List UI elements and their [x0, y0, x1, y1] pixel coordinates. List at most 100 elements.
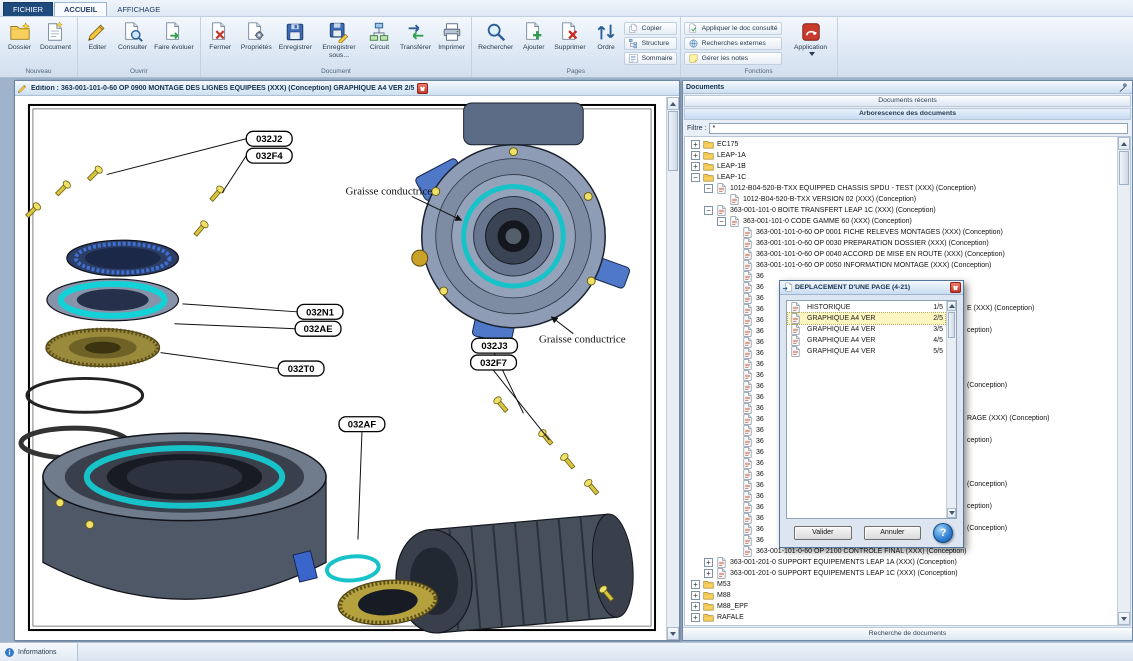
- collapse-toggle[interactable]: −: [717, 217, 726, 226]
- tree-item-label-fragment: (Conception): [967, 525, 1007, 532]
- dialog-page-item[interactable]: GRAPHIQUE A4 VER3/5: [788, 324, 945, 335]
- dialog-scroll-down-button[interactable]: [947, 508, 956, 518]
- tree-item[interactable]: 1012-B04-520-B-TXX VERSION 02 (XXX) (Con…: [685, 194, 1117, 205]
- arborescence-bar[interactable]: Arborescence des documents: [684, 108, 1131, 120]
- tree-item[interactable]: − 363-001-101-0 BOITE TRANSFERT LEAP 1C (…: [685, 205, 1117, 216]
- fermer-button[interactable]: Fermer: [204, 18, 237, 64]
- tree-item[interactable]: +M88: [685, 590, 1117, 601]
- annuler-button[interactable]: Annuler: [864, 526, 922, 540]
- tree-item[interactable]: −1012-B04-520-B-TXX EQUIPPED CHASSIS SPD…: [685, 183, 1117, 194]
- dialog-page-item[interactable]: HISTORIQUE1/5: [788, 302, 945, 313]
- document-window-titlebar[interactable]: Edition : 363-001-101-0-60 OP 0900 MONTA…: [15, 81, 679, 96]
- scroll-down-button[interactable]: [667, 627, 679, 640]
- ajouter-button[interactable]: Ajouter: [517, 18, 550, 64]
- appliquer-doc-button[interactable]: Appliquer le doc consulté: [684, 22, 782, 35]
- tree-item-label: 36: [756, 537, 764, 544]
- expand-toggle[interactable]: +: [704, 558, 713, 567]
- tree-item[interactable]: −363-001-101-0 CODE GAMME 60 (XXX) (Conc…: [685, 216, 1117, 227]
- tree-scroll-up-button[interactable]: [1118, 137, 1130, 150]
- tree-scroll-down-button[interactable]: [1118, 612, 1130, 625]
- collapse-toggle[interactable]: −: [704, 184, 713, 193]
- tree-item[interactable]: 363-001-101-0-60 OP 0050 INFORMATION MON…: [685, 260, 1117, 271]
- tab-affichage[interactable]: AFFICHAGE: [108, 3, 169, 16]
- structure-label: Structure: [642, 40, 670, 47]
- collapse-toggle[interactable]: −: [704, 206, 713, 215]
- new-folder-icon: [9, 21, 31, 43]
- ordre-button[interactable]: Ordre: [590, 18, 623, 64]
- tree-item-label: 36: [756, 416, 764, 423]
- consulter-button[interactable]: Consulter: [115, 18, 150, 64]
- tab-accueil[interactable]: ACCUEIL: [54, 2, 107, 16]
- supprimer-button[interactable]: Supprimer: [551, 18, 588, 64]
- expand-toggle[interactable]: +: [691, 591, 700, 600]
- dialog-scroll-thumb[interactable]: [948, 312, 955, 338]
- structure-button[interactable]: Structure: [624, 37, 677, 50]
- drawing-canvas[interactable]: 032J2 032F4 032N1 032AE 032T0 032J3 032F…: [15, 97, 666, 640]
- tab-fichier[interactable]: FICHIER: [3, 2, 53, 16]
- tree-item-label: 363-001-101-0 BOITE TRANSFERT LEAP 1C (X…: [730, 207, 936, 214]
- dialog-page-item[interactable]: GRAPHIQUE A4 VER4/5: [788, 335, 945, 346]
- tree-item[interactable]: +LEAP-1B: [685, 161, 1117, 172]
- tree-item[interactable]: 363-001-101-0-60 OP 0030 PREPARATION DOS…: [685, 238, 1117, 249]
- tree-item[interactable]: + M53: [685, 579, 1117, 590]
- expand-toggle[interactable]: +: [691, 162, 700, 171]
- tree-item[interactable]: 363-001-101-0-60 OP 0040 ACCORD DE MISE …: [685, 249, 1117, 260]
- expand-toggle[interactable]: +: [691, 613, 700, 622]
- recherche-documents-bar[interactable]: Recherche de documents: [683, 627, 1132, 640]
- dialog-scroll-up-button[interactable]: [947, 301, 956, 311]
- imprimer-button[interactable]: Imprimer: [435, 18, 468, 64]
- ribbon-group-pages: Rechercher Ajouter Supprimer Ordre Copie…: [472, 17, 680, 77]
- tree-item[interactable]: −LEAP-1C: [685, 172, 1117, 183]
- pin-icon[interactable]: [1118, 82, 1129, 93]
- folder-icon: [703, 139, 714, 150]
- expand-toggle[interactable]: +: [704, 569, 713, 578]
- dialog-titlebar[interactable]: DEPLACEMENT D'UNE PAGE (4-21): [780, 281, 963, 295]
- dialog-close-button[interactable]: [950, 282, 961, 293]
- expand-toggle[interactable]: +: [691, 140, 700, 149]
- application-button[interactable]: Application: [788, 18, 834, 64]
- sommaire-button[interactable]: Sommaire: [624, 52, 677, 65]
- editer-button[interactable]: Editer: [81, 18, 114, 64]
- dialog-page-item[interactable]: GRAPHIQUE A4 VER2/5: [788, 313, 945, 324]
- tree-item[interactable]: +363-001-201-0 SUPPORT EQUIPEMENTS LEAP …: [685, 568, 1117, 579]
- scroll-up-button[interactable]: [667, 97, 679, 110]
- tree-item[interactable]: +RAFALE: [685, 612, 1117, 623]
- tree-item-label: 36: [756, 460, 764, 467]
- enregistrer-sous-button[interactable]: Enregistrer sous...: [316, 18, 362, 64]
- documents-recents-bar[interactable]: Documents récents: [684, 95, 1131, 107]
- tree-scroll-thumb[interactable]: [1119, 151, 1129, 185]
- ribbon-group-fonctions: Appliquer le doc consulté Recherches ext…: [681, 17, 838, 77]
- toc-icon: [628, 53, 639, 64]
- faire-evoluer-button[interactable]: Faire évoluer: [151, 18, 197, 64]
- tree-item[interactable]: +363-001-201-0 SUPPORT EQUIPEMENTS LEAP …: [685, 557, 1117, 568]
- proprietes-button[interactable]: Propriétés: [238, 18, 275, 64]
- tree-item[interactable]: +EC175: [685, 139, 1117, 150]
- filter-input[interactable]: [709, 123, 1128, 134]
- document-close-button[interactable]: [417, 83, 428, 94]
- tree-item[interactable]: +M88_EPF: [685, 601, 1117, 612]
- arrow-down-icon: [949, 511, 955, 518]
- tree-item-label: M53: [717, 581, 731, 588]
- document-button[interactable]: Document: [37, 18, 74, 64]
- enregistrer-button[interactable]: Enregistrer: [276, 18, 315, 64]
- tree-item[interactable]: +LEAP-1A: [685, 150, 1117, 161]
- gerer-notes-button[interactable]: Gérer les notes: [684, 52, 782, 65]
- scroll-thumb[interactable]: [668, 111, 678, 171]
- tree-item-label: 36: [756, 306, 764, 313]
- dialog-page-item[interactable]: GRAPHIQUE A4 VER5/5: [788, 346, 945, 357]
- expand-toggle[interactable]: +: [691, 602, 700, 611]
- valider-button[interactable]: Valider: [794, 526, 852, 540]
- svg-text:032J3: 032J3: [481, 341, 507, 352]
- circuit-button[interactable]: Circuit: [363, 18, 396, 64]
- tree-item[interactable]: 363-001-101-0-60 OP 0001 FICHE RELEVES M…: [685, 227, 1117, 238]
- expand-toggle[interactable]: +: [691, 151, 700, 160]
- editer-label: Editer: [89, 44, 107, 52]
- copier-button[interactable]: Copier: [624, 22, 677, 35]
- help-button[interactable]: ?: [933, 523, 953, 543]
- recherches-externes-button[interactable]: Recherches externes: [684, 37, 782, 50]
- dossier-button[interactable]: Dossier: [3, 18, 36, 64]
- collapse-toggle[interactable]: −: [691, 173, 700, 182]
- transferer-button[interactable]: Transférer: [397, 18, 434, 64]
- expand-toggle[interactable]: +: [691, 580, 700, 589]
- rechercher-button[interactable]: Rechercher: [475, 18, 516, 64]
